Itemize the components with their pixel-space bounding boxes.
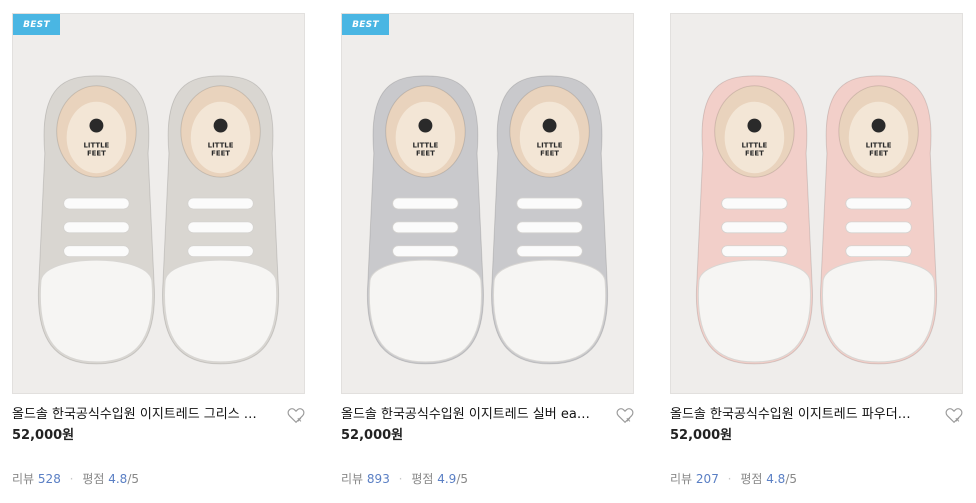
svg-text:FEET: FEET [416,149,435,157]
svg-text:LITTLE: LITTLE [537,141,563,149]
review-count[interactable]: 893 [367,472,390,486]
best-badge: BEST [342,14,389,35]
product-price: 52,000원 [670,428,733,443]
svg-text:LITTLE: LITTLE [742,141,768,149]
svg-text:LITTLE: LITTLE [84,141,110,149]
rating-max: /5 [456,472,469,486]
rating-label: 평점 [740,472,763,486]
svg-text:LITTLE: LITTLE [208,141,234,149]
review-count[interactable]: 528 [38,472,61,486]
heart-outline-icon[interactable] [616,407,634,424]
svg-text:FEET: FEET [211,149,230,157]
best-badge: BEST [13,14,60,35]
product-meta: 리뷰 528 · 평점 4.8/5 [12,471,305,487]
heart-outline-icon[interactable] [287,407,305,424]
shoe-pair-image: LITTLE FEET LITTLE FEET [671,14,962,393]
rating-max: /5 [127,472,140,486]
product-image[interactable]: LITTLE FEET LITTLE FEET BEST [12,13,305,394]
review-label: 리뷰 [341,472,364,486]
rating-max: /5 [785,472,798,486]
review-label: 리뷰 [670,472,693,486]
rating-label: 평점 [82,472,105,486]
product-card[interactable]: LITTLE FEET LITTLE FEET BEST 올드솔 한국공식수입원… [341,13,634,487]
svg-text:LITTLE: LITTLE [866,141,892,149]
svg-text:FEET: FEET [540,149,559,157]
svg-text:FEET: FEET [745,149,764,157]
product-price: 52,000원 [341,428,404,443]
product-card[interactable]: LITTLE FEET LITTLE FEET BEST 올드솔 한국공식수입원… [12,13,305,487]
separator-dot: · [727,472,732,486]
separator-dot: · [69,472,74,486]
svg-text:LITTLE: LITTLE [413,141,439,149]
shoe-pair-image: LITTLE FEET LITTLE FEET [342,14,633,393]
rating-value: 4.8 [766,472,786,486]
product-meta: 리뷰 207 · 평점 4.8/5 [670,471,963,487]
rating-value: 4.8 [108,472,128,486]
product-image[interactable]: LITTLE FEET LITTLE FEET [670,13,963,394]
shoe-pair-image: LITTLE FEET LITTLE FEET [13,14,304,393]
product-price: 52,000원 [12,428,75,443]
product-image[interactable]: LITTLE FEET LITTLE FEET BEST [341,13,634,394]
review-count[interactable]: 207 [696,472,719,486]
product-card[interactable]: LITTLE FEET LITTLE FEET 올드솔 한국공식수입원 이지트레… [670,13,963,487]
svg-text:FEET: FEET [87,149,106,157]
rating-value: 4.9 [437,472,457,486]
product-meta: 리뷰 893 · 평점 4.9/5 [341,471,634,487]
review-label: 리뷰 [12,472,35,486]
rating-label: 평점 [411,472,434,486]
separator-dot: · [398,472,403,486]
heart-outline-icon[interactable] [945,407,963,424]
product-title[interactable]: 올드솔 한국공식수입원 이지트레드 실버 ea… [341,405,607,425]
svg-text:FEET: FEET [869,149,888,157]
product-title[interactable]: 올드솔 한국공식수입원 이지트레드 파우더… [670,405,936,425]
product-title[interactable]: 올드솔 한국공식수입원 이지트레드 그리스 … [12,405,278,425]
